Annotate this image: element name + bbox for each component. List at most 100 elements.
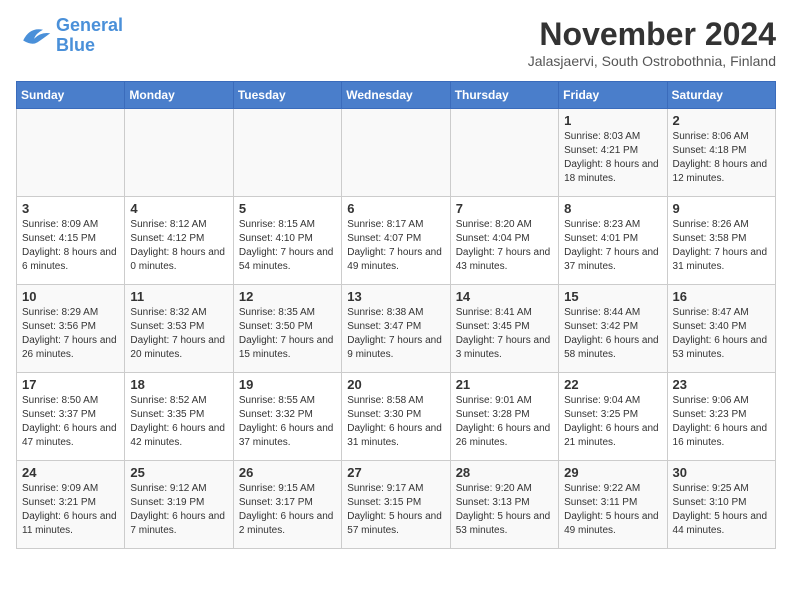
calendar-cell: 1 Sunrise: 8:03 AM Sunset: 4:21 PM Daylig… xyxy=(559,109,667,197)
calendar-row: 10 Sunrise: 8:29 AM Sunset: 3:56 PM Dayli… xyxy=(17,285,776,373)
calendar-cell: 2 Sunrise: 8:06 AM Sunset: 4:18 PM Daylig… xyxy=(667,109,775,197)
day-number: 3 xyxy=(22,201,119,216)
day-info: Sunrise: 8:32 AM Sunset: 3:53 PM Dayligh… xyxy=(130,306,227,362)
day-number: 1 xyxy=(564,113,661,128)
logo-line2: Blue xyxy=(56,35,95,55)
header-row: SundayMondayTuesdayWednesdayThursdayFrid… xyxy=(17,82,776,109)
day-info: Sunrise: 8:35 AM Sunset: 3:50 PM Dayligh… xyxy=(239,306,336,362)
day-number: 14 xyxy=(456,289,553,304)
header-cell-wednesday: Wednesday xyxy=(342,82,450,109)
calendar-cell: 30Sunrise: 9:25 AM Sunset: 3:10 PM Dayli… xyxy=(667,461,775,549)
day-number: 22 xyxy=(564,377,661,392)
calendar-cell: 25 Sunrise: 9:12 AM Sunset: 3:19 PM Dayli… xyxy=(125,461,233,549)
calendar-cell: 23 Sunrise: 9:06 AM Sunset: 3:23 PM Dayli… xyxy=(667,373,775,461)
day-info: Sunrise: 9:09 AM Sunset: 3:21 PM Dayligh… xyxy=(22,482,119,538)
calendar-row: 3Sunrise: 8:09 AM Sunset: 4:15 PM Daylig… xyxy=(17,197,776,285)
calendar-cell: 15Sunrise: 8:44 AM Sunset: 3:42 PM Dayli… xyxy=(559,285,667,373)
day-info: Sunrise: 8:26 AM Sunset: 3:58 PM Dayligh… xyxy=(673,218,770,274)
calendar-cell xyxy=(125,109,233,197)
calendar-cell: 12 Sunrise: 8:35 AM Sunset: 3:50 PM Dayli… xyxy=(233,285,341,373)
day-info: Sunrise: 8:15 AM Sunset: 4:10 PM Dayligh… xyxy=(239,218,336,274)
day-number: 17 xyxy=(22,377,119,392)
calendar-cell: 3Sunrise: 8:09 AM Sunset: 4:15 PM Daylig… xyxy=(17,197,125,285)
day-info: Sunrise: 8:58 AM Sunset: 3:30 PM Dayligh… xyxy=(347,394,444,450)
calendar-cell: 17Sunrise: 8:50 AM Sunset: 3:37 PM Dayli… xyxy=(17,373,125,461)
day-number: 27 xyxy=(347,465,444,480)
calendar-cell: 8Sunrise: 8:23 AM Sunset: 4:01 PM Daylig… xyxy=(559,197,667,285)
calendar-cell: 26 Sunrise: 9:15 AM Sunset: 3:17 PM Dayli… xyxy=(233,461,341,549)
header: General Blue November 2024 Jalasjaervi, … xyxy=(16,16,776,69)
calendar-table: SundayMondayTuesdayWednesdayThursdayFrid… xyxy=(16,81,776,549)
calendar-cell: 20 Sunrise: 8:58 AM Sunset: 3:30 PM Dayli… xyxy=(342,373,450,461)
calendar-cell: 21Sunrise: 9:01 AM Sunset: 3:28 PM Dayli… xyxy=(450,373,558,461)
calendar-cell: 4 Sunrise: 8:12 AM Sunset: 4:12 PM Daylig… xyxy=(125,197,233,285)
header-cell-thursday: Thursday xyxy=(450,82,558,109)
calendar-subtitle: Jalasjaervi, South Ostrobothnia, Finland xyxy=(528,53,776,69)
day-info: Sunrise: 8:55 AM Sunset: 3:32 PM Dayligh… xyxy=(239,394,336,450)
day-number: 11 xyxy=(130,289,227,304)
calendar-body: 1 Sunrise: 8:03 AM Sunset: 4:21 PM Daylig… xyxy=(17,109,776,549)
day-info: Sunrise: 8:06 AM Sunset: 4:18 PM Dayligh… xyxy=(673,130,770,186)
day-number: 12 xyxy=(239,289,336,304)
day-info: Sunrise: 9:12 AM Sunset: 3:19 PM Dayligh… xyxy=(130,482,227,538)
logo: General Blue xyxy=(16,16,123,56)
day-info: Sunrise: 8:41 AM Sunset: 3:45 PM Dayligh… xyxy=(456,306,553,362)
day-number: 4 xyxy=(130,201,227,216)
day-number: 21 xyxy=(456,377,553,392)
header-cell-monday: Monday xyxy=(125,82,233,109)
header-cell-tuesday: Tuesday xyxy=(233,82,341,109)
day-info: Sunrise: 9:17 AM Sunset: 3:15 PM Dayligh… xyxy=(347,482,444,538)
calendar-cell xyxy=(17,109,125,197)
header-cell-saturday: Saturday xyxy=(667,82,775,109)
day-info: Sunrise: 8:29 AM Sunset: 3:56 PM Dayligh… xyxy=(22,306,119,362)
day-number: 8 xyxy=(564,201,661,216)
day-info: Sunrise: 8:47 AM Sunset: 3:40 PM Dayligh… xyxy=(673,306,770,362)
logo-text: General Blue xyxy=(56,16,123,56)
calendar-row: 24 Sunrise: 9:09 AM Sunset: 3:21 PM Dayli… xyxy=(17,461,776,549)
day-info: Sunrise: 9:15 AM Sunset: 3:17 PM Dayligh… xyxy=(239,482,336,538)
day-number: 29 xyxy=(564,465,661,480)
day-info: Sunrise: 9:06 AM Sunset: 3:23 PM Dayligh… xyxy=(673,394,770,450)
calendar-cell: 28 Sunrise: 9:20 AM Sunset: 3:13 PM Dayli… xyxy=(450,461,558,549)
calendar-cell xyxy=(342,109,450,197)
day-number: 10 xyxy=(22,289,119,304)
day-info: Sunrise: 8:17 AM Sunset: 4:07 PM Dayligh… xyxy=(347,218,444,274)
calendar-cell xyxy=(450,109,558,197)
day-number: 28 xyxy=(456,465,553,480)
calendar-cell: 13Sunrise: 8:38 AM Sunset: 3:47 PM Dayli… xyxy=(342,285,450,373)
day-number: 24 xyxy=(22,465,119,480)
day-number: 20 xyxy=(347,377,444,392)
day-number: 19 xyxy=(239,377,336,392)
day-info: Sunrise: 8:12 AM Sunset: 4:12 PM Dayligh… xyxy=(130,218,227,274)
header-cell-sunday: Sunday xyxy=(17,82,125,109)
calendar-cell: 18Sunrise: 8:52 AM Sunset: 3:35 PM Dayli… xyxy=(125,373,233,461)
header-cell-friday: Friday xyxy=(559,82,667,109)
day-number: 26 xyxy=(239,465,336,480)
calendar-cell: 29 Sunrise: 9:22 AM Sunset: 3:11 PM Dayli… xyxy=(559,461,667,549)
calendar-cell: 19 Sunrise: 8:55 AM Sunset: 3:32 PM Dayli… xyxy=(233,373,341,461)
calendar-cell: 11 Sunrise: 8:32 AM Sunset: 3:53 PM Dayli… xyxy=(125,285,233,373)
calendar-cell: 5 Sunrise: 8:15 AM Sunset: 4:10 PM Daylig… xyxy=(233,197,341,285)
day-number: 2 xyxy=(673,113,770,128)
calendar-cell: 22 Sunrise: 9:04 AM Sunset: 3:25 PM Dayli… xyxy=(559,373,667,461)
calendar-cell: 7 Sunrise: 8:20 AM Sunset: 4:04 PM Daylig… xyxy=(450,197,558,285)
day-info: Sunrise: 9:22 AM Sunset: 3:11 PM Dayligh… xyxy=(564,482,661,538)
calendar-header: SundayMondayTuesdayWednesdayThursdayFrid… xyxy=(17,82,776,109)
day-info: Sunrise: 8:03 AM Sunset: 4:21 PM Dayligh… xyxy=(564,130,661,186)
day-info: Sunrise: 8:20 AM Sunset: 4:04 PM Dayligh… xyxy=(456,218,553,274)
day-number: 23 xyxy=(673,377,770,392)
day-number: 16 xyxy=(673,289,770,304)
day-info: Sunrise: 8:52 AM Sunset: 3:35 PM Dayligh… xyxy=(130,394,227,450)
calendar-cell: 9Sunrise: 8:26 AM Sunset: 3:58 PM Daylig… xyxy=(667,197,775,285)
day-number: 5 xyxy=(239,201,336,216)
day-number: 7 xyxy=(456,201,553,216)
day-info: Sunrise: 9:04 AM Sunset: 3:25 PM Dayligh… xyxy=(564,394,661,450)
day-number: 25 xyxy=(130,465,227,480)
calendar-row: 1 Sunrise: 8:03 AM Sunset: 4:21 PM Daylig… xyxy=(17,109,776,197)
day-number: 6 xyxy=(347,201,444,216)
day-info: Sunrise: 9:20 AM Sunset: 3:13 PM Dayligh… xyxy=(456,482,553,538)
calendar-title: November 2024 xyxy=(528,16,776,53)
calendar-cell xyxy=(233,109,341,197)
calendar-cell: 16 Sunrise: 8:47 AM Sunset: 3:40 PM Dayli… xyxy=(667,285,775,373)
calendar-cell: 27 Sunrise: 9:17 AM Sunset: 3:15 PM Dayli… xyxy=(342,461,450,549)
